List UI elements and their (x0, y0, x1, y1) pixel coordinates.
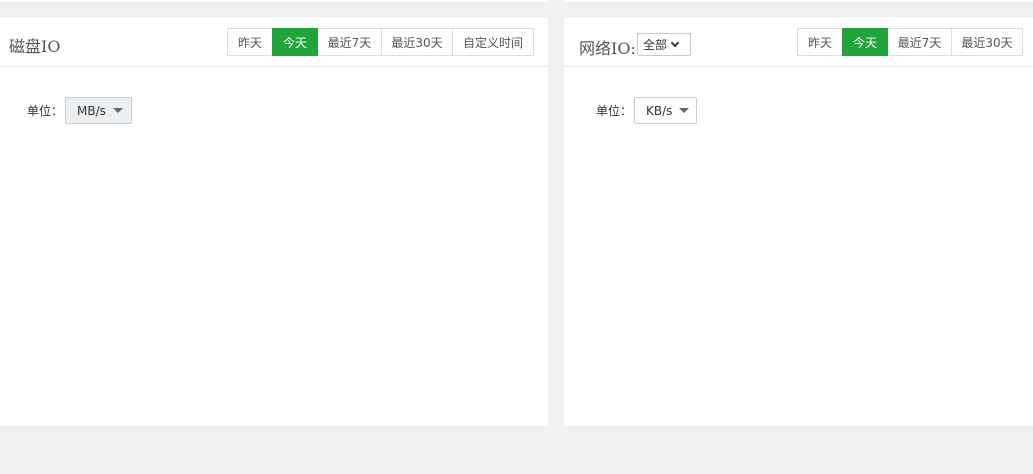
network-io-header: 网络IO: 全部 昨天 今天 最近7天 最近30天 (564, 17, 1033, 67)
network-unit-label: 单位： (596, 104, 633, 118)
disk-io-panel: 磁盘IO 昨天 今天 最近7天 最近30天 自定义时间 单位： MB/s (0, 17, 548, 426)
top-separator-right (564, 0, 1033, 2)
caret-down-icon (112, 108, 123, 113)
disk-last30days-button[interactable]: 最近30天 (381, 28, 453, 56)
disk-custom-time-button[interactable]: 自定义时间 (452, 28, 534, 56)
network-today-button[interactable]: 今天 (842, 28, 888, 56)
disk-today-button[interactable]: 今天 (272, 28, 318, 56)
network-io-panel: 网络IO: 全部 昨天 今天 最近7天 最近30天 单位： KB/s (564, 17, 1033, 426)
network-io-title: 网络IO: (579, 39, 636, 58)
network-time-range-group: 昨天 今天 最近7天 最近30天 (797, 28, 1023, 56)
disk-io-header: 磁盘IO 昨天 今天 最近7天 最近30天 自定义时间 (0, 17, 548, 67)
disk-unit-value: MB/s (77, 103, 106, 118)
network-last7days-button[interactable]: 最近7天 (887, 28, 952, 56)
disk-unit-select[interactable]: MB/s (65, 97, 133, 124)
network-interface-select[interactable]: 全部 (637, 33, 691, 56)
network-interface-value: 全部 (643, 38, 668, 52)
network-last30days-button[interactable]: 最近30天 (951, 28, 1023, 56)
network-yesterday-button[interactable]: 昨天 (797, 28, 843, 56)
disk-unit-label: 单位： (27, 104, 64, 118)
network-unit-value: KB/s (646, 103, 673, 118)
network-unit-select[interactable]: KB/s (634, 97, 698, 124)
network-unit-row: 单位： KB/s (596, 97, 698, 124)
disk-last7days-button[interactable]: 最近7天 (317, 28, 382, 56)
chevron-down-icon (670, 38, 680, 47)
disk-time-range-group: 昨天 今天 最近7天 最近30天 自定义时间 (227, 28, 534, 56)
disk-yesterday-button[interactable]: 昨天 (227, 28, 273, 56)
disk-io-title: 磁盘IO (9, 37, 61, 56)
caret-down-icon (679, 108, 690, 113)
top-separator-left (0, 0, 548, 2)
disk-unit-row: 单位： MB/s (27, 97, 133, 124)
